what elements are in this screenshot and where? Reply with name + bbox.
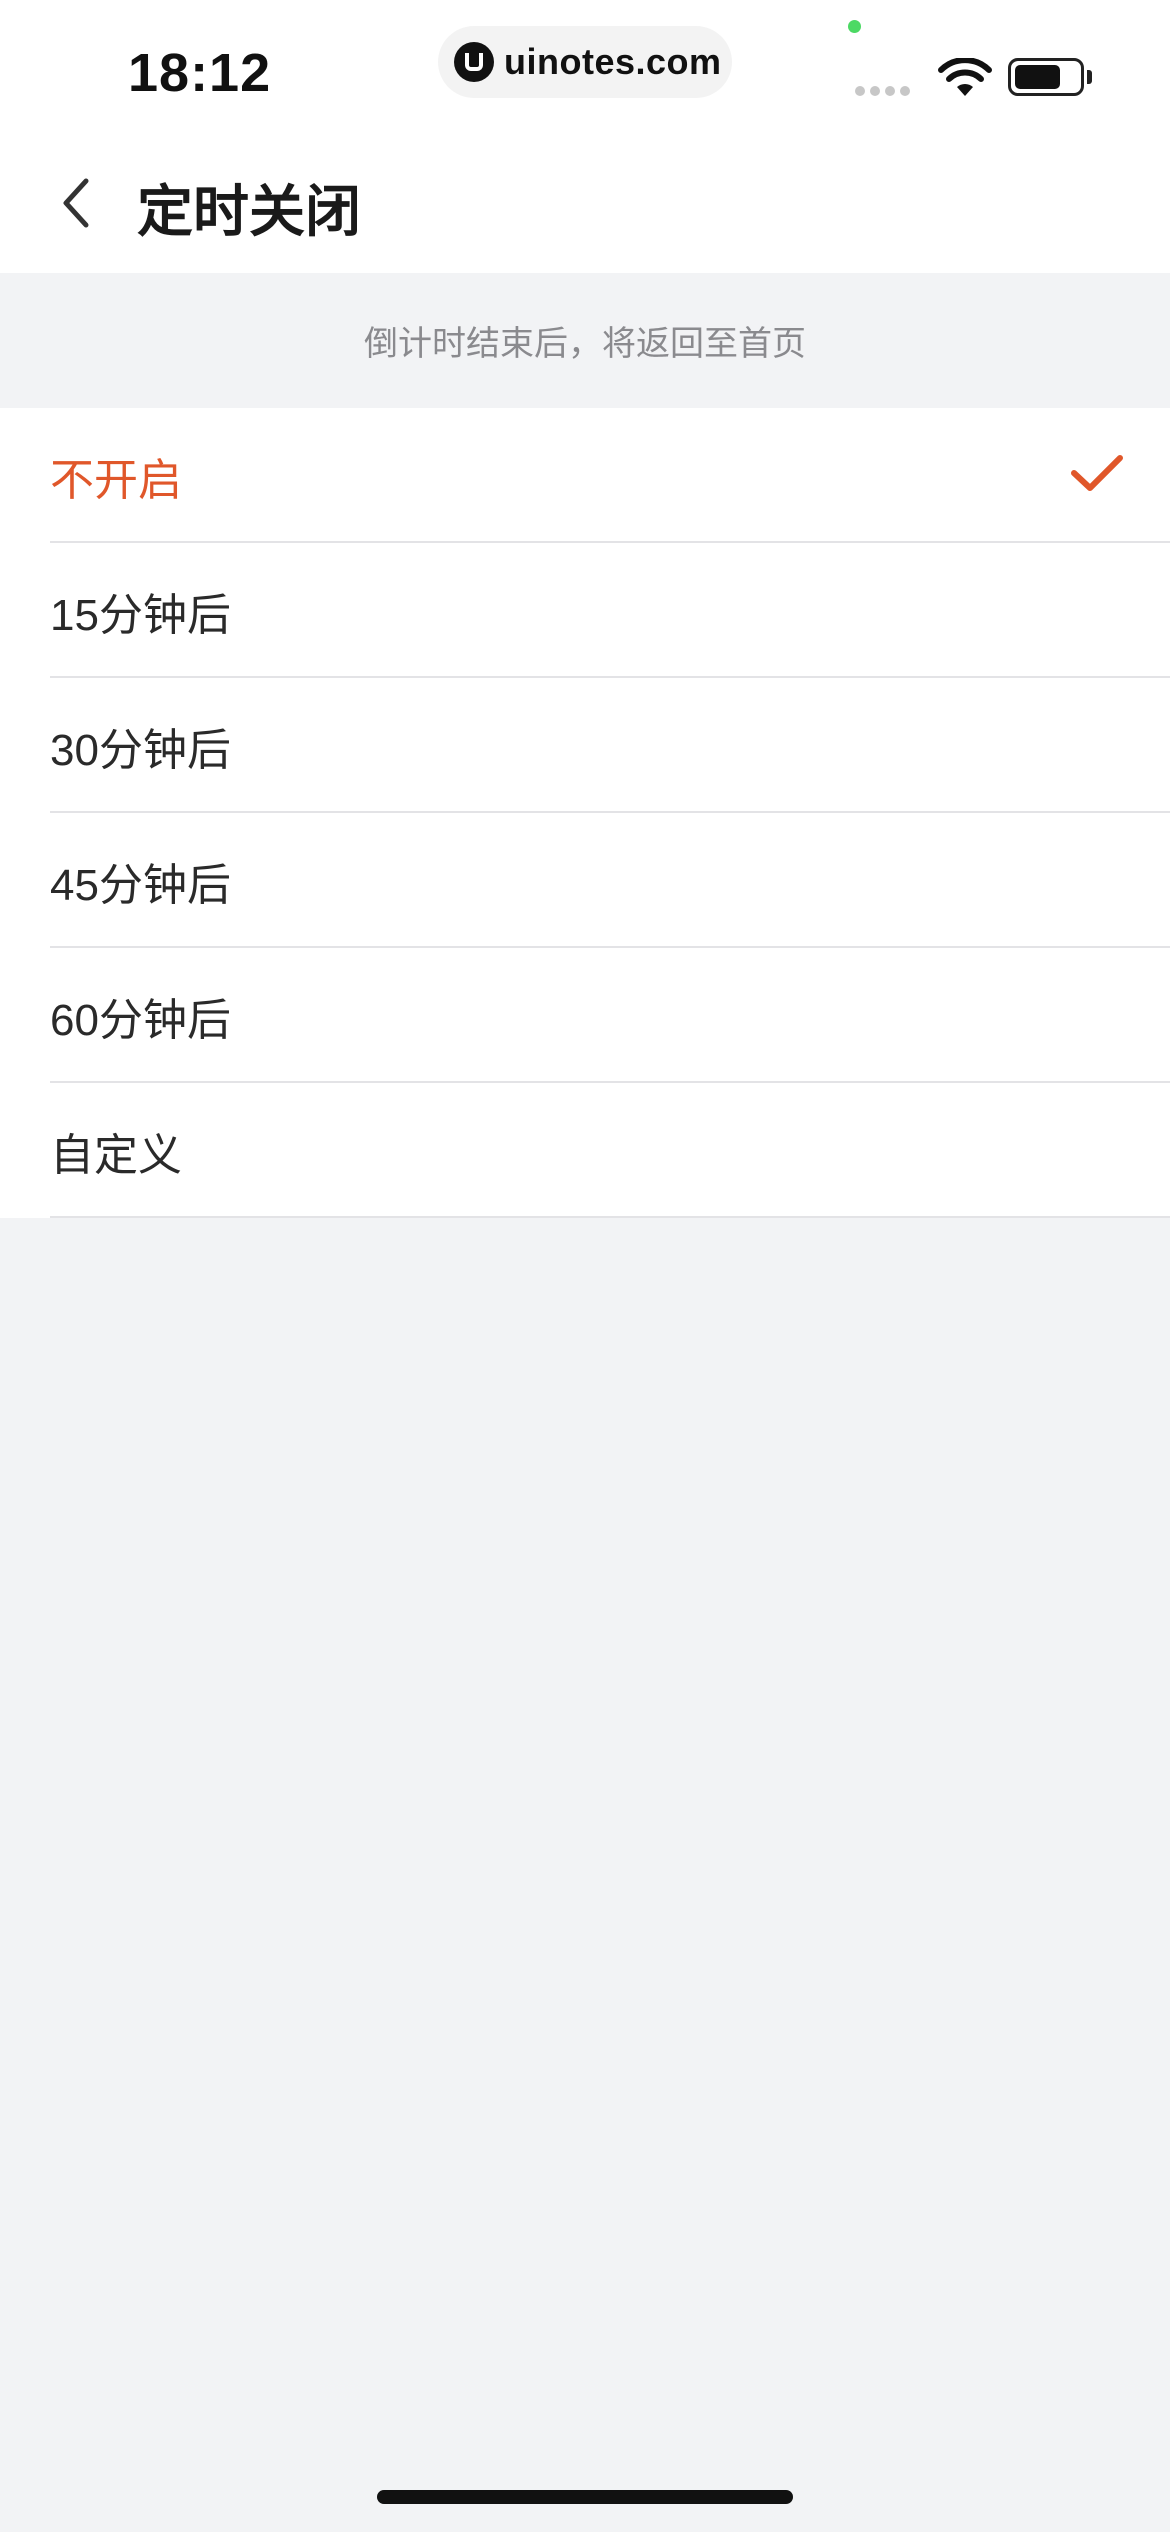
cellular-signal-icon bbox=[855, 86, 910, 96]
page-title: 定时关闭 bbox=[137, 180, 361, 243]
nav-bar: 定时关闭 bbox=[0, 135, 1170, 273]
option-off[interactable]: 不开启 bbox=[0, 408, 1170, 543]
option-15-min[interactable]: 15分钟后 bbox=[0, 543, 1170, 678]
home-indicator[interactable] bbox=[377, 2490, 793, 2504]
status-time: 18:12 bbox=[128, 43, 272, 103]
option-label: 30分钟后 bbox=[50, 725, 231, 775]
option-30-min[interactable]: 30分钟后 bbox=[0, 678, 1170, 813]
option-label: 45分钟后 bbox=[50, 860, 231, 910]
wifi-icon bbox=[938, 57, 992, 103]
checkmark-icon bbox=[1070, 452, 1124, 499]
battery-cap bbox=[1087, 70, 1092, 84]
url-text: uinotes.com bbox=[504, 41, 722, 82]
option-label: 不开启 bbox=[50, 455, 182, 505]
hint-text: 倒计时结束后，将返回至首页 bbox=[364, 325, 806, 363]
option-label: 15分钟后 bbox=[50, 590, 231, 640]
hint-banner: 倒计时结束后，将返回至首页 bbox=[0, 273, 1170, 408]
option-45-min[interactable]: 45分钟后 bbox=[0, 813, 1170, 948]
chevron-left-icon bbox=[56, 173, 96, 238]
site-logo-icon bbox=[454, 42, 494, 82]
screen: 18:12 uinotes.com 定时关闭 倒计时结束后，将返回至首页 不开启… bbox=[0, 0, 1170, 2532]
option-60-min[interactable]: 60分钟后 bbox=[0, 948, 1170, 1083]
battery-icon bbox=[1008, 58, 1084, 96]
status-bar: 18:12 uinotes.com bbox=[0, 0, 1170, 135]
divider bbox=[50, 1216, 1170, 1218]
camera-in-use-dot bbox=[848, 20, 861, 33]
option-label: 60分钟后 bbox=[50, 995, 231, 1045]
option-custom[interactable]: 自定义 bbox=[0, 1083, 1170, 1218]
option-label: 自定义 bbox=[50, 1130, 182, 1180]
url-pill[interactable]: uinotes.com bbox=[438, 26, 732, 98]
back-button[interactable] bbox=[36, 165, 116, 245]
timer-options-list: 不开启 15分钟后 30分钟后 45分钟后 60分钟后 自定义 bbox=[0, 408, 1170, 1218]
